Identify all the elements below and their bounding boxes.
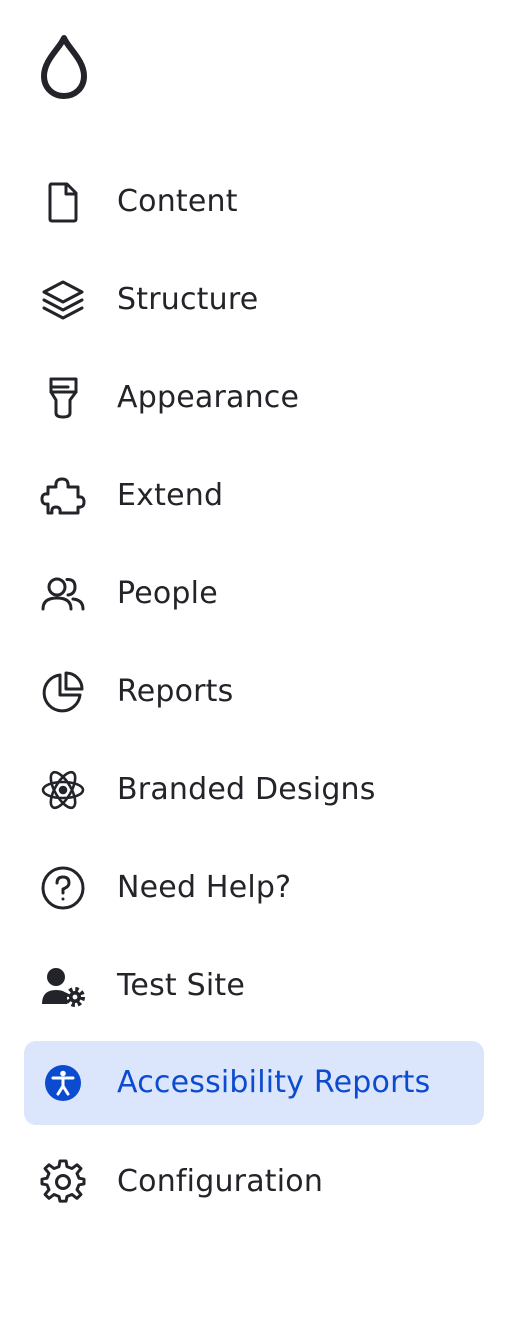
- sidebar-item-appearance[interactable]: Appearance: [24, 356, 484, 440]
- sidebar-item-label: Content: [117, 184, 238, 219]
- sidebar-item-extend[interactable]: Extend: [24, 454, 484, 538]
- atom-icon: [40, 767, 86, 813]
- pie-chart-icon: [40, 669, 86, 715]
- sidebar-item-label: Extend: [117, 478, 224, 513]
- sidebar-item-label: Configuration: [117, 1164, 324, 1199]
- sidebar-item-label: Structure: [117, 282, 259, 317]
- file-icon: [40, 179, 86, 225]
- user-gear-icon: [40, 963, 86, 1009]
- question-circle-icon: [40, 865, 86, 911]
- sidebar-item-label: Appearance: [117, 380, 300, 415]
- sidebar-item-label: Branded Designs: [117, 772, 376, 807]
- paintbrush-icon: [40, 375, 86, 421]
- sidebar-item-content[interactable]: Content: [24, 160, 484, 244]
- sidebar-item-label: Accessibility Reports: [117, 1065, 431, 1100]
- sidebar-item-reports[interactable]: Reports: [24, 650, 484, 734]
- sidebar-item-label: Test Site: [117, 968, 246, 1003]
- sidebar-item-label: People: [117, 576, 218, 611]
- sidebar-item-need-help[interactable]: Need Help?: [24, 846, 484, 930]
- sidebar-item-configuration[interactable]: Configuration: [24, 1140, 484, 1224]
- gear-icon: [40, 1159, 86, 1205]
- accessibility-icon: [40, 1060, 86, 1106]
- drop-icon[interactable]: [38, 34, 90, 100]
- sidebar-item-people[interactable]: People: [24, 552, 484, 636]
- sidebar-item-label: Need Help?: [117, 870, 292, 905]
- sidebar-item-structure[interactable]: Structure: [24, 258, 484, 342]
- puzzle-icon: [40, 473, 86, 519]
- sidebar-item-branded-designs[interactable]: Branded Designs: [24, 748, 484, 832]
- users-icon: [40, 571, 86, 617]
- sidebar-item-test-site[interactable]: Test Site: [24, 944, 484, 1028]
- sidebar: Content Structure Appearance Extend Peop…: [0, 0, 509, 1320]
- layers-icon: [40, 277, 86, 323]
- sidebar-item-label: Reports: [117, 674, 234, 709]
- sidebar-item-accessibility-reports[interactable]: Accessibility Reports: [24, 1041, 484, 1125]
